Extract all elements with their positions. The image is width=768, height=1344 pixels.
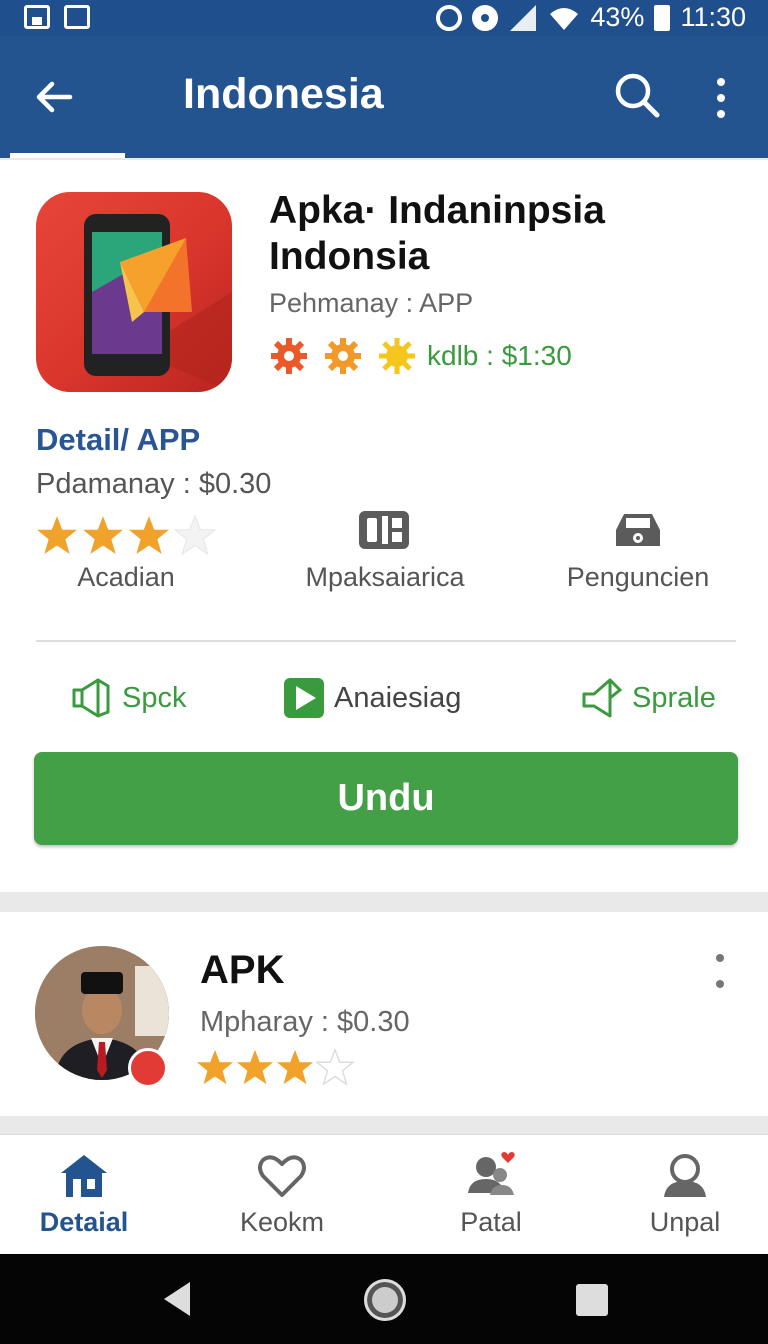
app-price: kdlb : $1:30	[427, 340, 572, 371]
page-title: Indonesia	[183, 70, 384, 118]
feature-label: Acadian	[77, 562, 175, 592]
nav-item-label: Keokm	[239, 1207, 325, 1237]
search-icon[interactable]	[612, 70, 662, 120]
status-notifications	[24, 5, 90, 29]
play-action[interactable]: Anaiesiag	[282, 676, 461, 720]
status-time: 11:30	[680, 2, 746, 32]
back-arrow-icon[interactable]	[30, 72, 80, 122]
wifi-icon	[550, 7, 579, 30]
star-filled-icon	[276, 1049, 314, 1085]
gear-icon	[325, 338, 361, 374]
sun-icon	[379, 338, 415, 374]
star-filled-icon	[37, 516, 77, 554]
app-detail-card: Apka· Indaninpsia Indonsia Pehmanay : AP…	[0, 160, 768, 892]
tab-indicator	[10, 153, 125, 158]
user-icon	[664, 1154, 706, 1197]
gear-icon	[271, 338, 307, 374]
app-bar: Indonesia	[0, 36, 768, 158]
star-empty-icon	[316, 1048, 354, 1086]
app-price-row: kdlb : $1:30	[269, 336, 572, 376]
star-filled-icon	[129, 516, 169, 554]
action-label: Spck	[122, 681, 187, 714]
share-icon	[582, 678, 623, 718]
star-empty-icon	[174, 514, 216, 556]
nav-item-profile[interactable]: Unpal	[605, 1149, 765, 1238]
nav-item-label: Patal	[460, 1207, 522, 1237]
play-icon	[284, 678, 324, 718]
action-label: Anaiesiag	[334, 681, 462, 714]
nav-item-favorites[interactable]: Keokm	[202, 1149, 362, 1238]
speaker-action[interactable]: Spck	[70, 676, 186, 720]
share-action[interactable]: Sprale	[580, 676, 716, 720]
status-bar: 43% 11:30	[0, 0, 768, 36]
grid-icon[interactable]	[356, 508, 412, 552]
star-filled-icon	[83, 516, 123, 554]
app-logo[interactable]	[36, 192, 232, 392]
star-filled-icon	[196, 1049, 234, 1085]
speaker-icon	[72, 678, 110, 718]
sync-icon	[472, 4, 499, 31]
nav-item-label: Detaial	[39, 1207, 129, 1237]
alarm-icon	[436, 4, 463, 31]
list-item-rating	[196, 1048, 354, 1086]
home-icon	[61, 1155, 107, 1197]
nav-item-people[interactable]: Patal	[411, 1149, 571, 1238]
star-filled-icon	[236, 1049, 274, 1085]
system-recents-icon[interactable]	[576, 1284, 608, 1316]
list-item[interactable]: APK Mpharay : $0.30	[0, 912, 768, 1116]
system-home-icon[interactable]	[364, 1279, 406, 1321]
status-indicators: 43% 11:30	[436, 2, 746, 33]
more-options-icon[interactable]	[710, 952, 730, 992]
detail-price: Pdamanay : $0.30	[36, 468, 272, 500]
more-options-icon[interactable]	[706, 74, 736, 124]
feature-label: Penguncien	[566, 562, 710, 592]
car-icon[interactable]	[610, 508, 666, 552]
download-button[interactable]: Undu	[34, 752, 738, 845]
app-publisher: Pehmanay : APP	[269, 288, 474, 318]
app-name: Apka· Indaninpsia Indonsia	[269, 189, 605, 278]
notification-icon	[24, 5, 50, 29]
action-label: Sprale	[632, 681, 716, 714]
phone-icon	[84, 214, 232, 392]
chart-notification-icon	[64, 5, 90, 29]
nav-item-label: Unpal	[649, 1207, 721, 1237]
heart-icon	[258, 1155, 306, 1197]
list-item-price: Mpharay : $0.30	[200, 1006, 410, 1038]
feature-label: Mpaksaiarica	[305, 562, 465, 592]
detail-title: Detail/ APP	[36, 422, 201, 457]
signal-icon	[510, 4, 537, 31]
detail-rating	[36, 514, 216, 556]
bottom-navigation: Detaial Keokm Patal Unpal	[0, 1134, 768, 1254]
battery-icon	[654, 4, 671, 31]
list-item-title: APK	[200, 948, 285, 992]
divider	[36, 640, 736, 642]
system-navigation-bar	[0, 1254, 768, 1344]
battery-percent: 43%	[590, 2, 645, 32]
badge-icon	[128, 1048, 168, 1088]
people-icon	[468, 1152, 515, 1195]
nav-item-detail[interactable]: Detaial	[4, 1149, 164, 1238]
system-back-icon[interactable]	[160, 1280, 194, 1318]
